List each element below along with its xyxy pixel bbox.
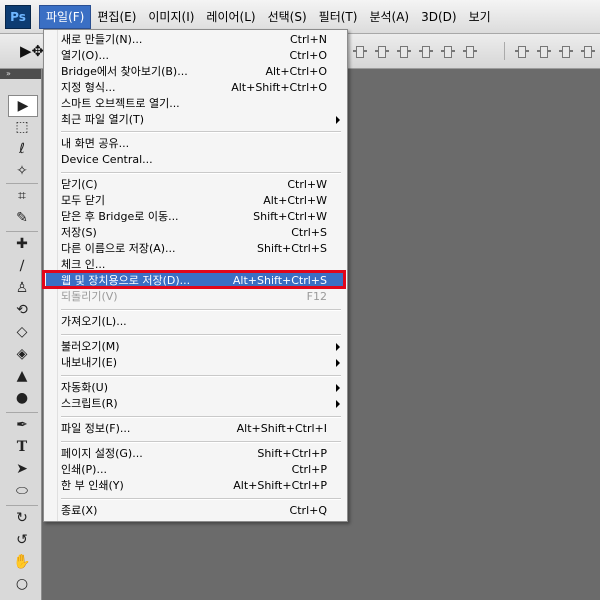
menu-item-import[interactable]: 불러오기(M) (46, 339, 345, 355)
menu-item-print[interactable]: 인쇄(P)... Ctrl+P (46, 462, 345, 478)
menu-separator (61, 172, 341, 174)
menu-item-exit[interactable]: 종료(X) Ctrl+Q (46, 503, 345, 519)
menu-image[interactable]: 이미지(I) (142, 6, 200, 28)
align-middle-icon[interactable] (374, 44, 390, 58)
menu-item-save-as[interactable]: 다른 이름으로 저장(A)... Shift+Ctrl+S (46, 241, 345, 257)
3d-orbit-tool-icon[interactable]: ↺ (8, 530, 36, 550)
menu-item-file-info[interactable]: 파일 정보(F)... Alt+Shift+Ctrl+I (46, 421, 345, 437)
menu-item-new[interactable]: 새로 만들기(N)... Ctrl+N (46, 32, 345, 48)
3d-rotate-tool-icon[interactable]: ↻ (8, 508, 36, 528)
distribute-buttons (514, 44, 596, 58)
align-bottom-icon[interactable] (396, 44, 412, 58)
align-left-icon[interactable] (418, 44, 434, 58)
align-right-icon[interactable] (462, 44, 478, 58)
menu-layer[interactable]: 레이어(L) (200, 6, 261, 28)
eyedropper-tool-icon[interactable]: ✎ (8, 208, 36, 228)
menu-item-open-as-smart-object[interactable]: 스마트 오브젝트로 열기... (46, 96, 345, 112)
shape-tool-icon[interactable]: ⬭ (8, 481, 36, 501)
tools-separator (6, 412, 38, 413)
crop-tool-icon[interactable]: ⌗ (8, 186, 36, 206)
distribute-left-icon[interactable] (580, 44, 596, 58)
menu-item-save-for-web-and-devices[interactable]: 웹 및 장치용으로 저장(D)... Alt+Shift+Ctrl+S (46, 273, 345, 289)
menu-analysis[interactable]: 분석(A) (363, 6, 415, 28)
history-brush-tool-icon[interactable]: ⟲ (8, 300, 36, 320)
menu-item-browse-in-bridge[interactable]: Bridge에서 찾아보기(B)... Alt+Ctrl+O (46, 64, 345, 80)
healing-brush-tool-icon[interactable]: ✚ (8, 234, 36, 254)
options-separator (504, 42, 505, 60)
menu-item-print-one-copy[interactable]: 한 부 인쇄(Y) Alt+Shift+Ctrl+P (46, 478, 345, 494)
menu-separator (61, 131, 341, 133)
submenu-arrow-icon (336, 384, 340, 392)
menu-separator (61, 334, 341, 336)
submenu-arrow-icon (336, 400, 340, 408)
menu-file[interactable]: 파일(F) (39, 4, 92, 29)
align-center-icon[interactable] (440, 44, 456, 58)
tools-panel: » ▶ ⬚ ℓ ✧ ⌗ ✎ ✚ ∕ ♙ ⟲ ◇ ◈ ▲ ● ✒ T ➤ ⬭ ↻ … (0, 69, 42, 600)
marquee-tool-icon[interactable]: ⬚ (8, 117, 36, 137)
menu-separator (61, 498, 341, 500)
menu-item-open-as[interactable]: 지정 형식... Alt+Shift+Ctrl+O (46, 80, 345, 96)
hand-tool-icon[interactable]: ✋ (8, 552, 36, 572)
align-top-icon[interactable] (352, 44, 368, 58)
align-buttons (352, 44, 478, 58)
menu-view[interactable]: 보기 (463, 6, 497, 28)
menu-separator (61, 416, 341, 418)
paint-bucket-tool-icon[interactable]: ◈ (8, 344, 36, 364)
menu-item-close[interactable]: 닫기(C) Ctrl+W (46, 177, 345, 193)
menu-item-save[interactable]: 저장(S) Ctrl+S (46, 225, 345, 241)
menu-item-place[interactable]: 가져오기(L)... (46, 314, 345, 330)
menu-filter[interactable]: 필터(T) (313, 6, 364, 28)
tools-separator (6, 183, 38, 184)
menu-separator (61, 441, 341, 443)
menu-item-export[interactable]: 내보내기(E) (46, 355, 345, 371)
tools-separator (6, 231, 38, 232)
menu-item-scripts[interactable]: 스크립트(R) (46, 396, 345, 412)
path-selection-tool-icon[interactable]: ➤ (8, 459, 36, 479)
menu-item-share-my-screen[interactable]: 내 화면 공유... (46, 136, 345, 152)
menu-item-check-in[interactable]: 체크 인... (46, 257, 345, 273)
magic-wand-tool-icon[interactable]: ✧ (8, 161, 36, 181)
menu-item-page-setup[interactable]: 페이지 설정(G)... Shift+Ctrl+P (46, 446, 345, 462)
blur-tool-icon[interactable]: ▲ (8, 366, 36, 386)
submenu-arrow-icon (336, 343, 340, 351)
lasso-tool-icon[interactable]: ℓ (8, 139, 36, 159)
eraser-tool-icon[interactable]: ◇ (8, 322, 36, 342)
distribute-bottom-icon[interactable] (558, 44, 574, 58)
submenu-arrow-icon (336, 116, 340, 124)
distribute-top-icon[interactable] (514, 44, 530, 58)
clone-stamp-tool-icon[interactable]: ♙ (8, 278, 36, 298)
file-menu-dropdown: 새로 만들기(N)... Ctrl+N 열기(O)... Ctrl+O Brid… (43, 29, 348, 522)
move-tool-icon[interactable]: ▶ (8, 95, 38, 117)
pen-tool-icon[interactable]: ✒ (8, 415, 36, 435)
move-tool-preset-icon[interactable]: ▶✥ (20, 42, 44, 60)
menu-select[interactable]: 선택(S) (262, 6, 313, 28)
menu-separator (61, 375, 341, 377)
zoom-tool-icon[interactable]: ○ (8, 574, 36, 594)
submenu-arrow-icon (336, 359, 340, 367)
menu-item-device-central[interactable]: Device Central... (46, 152, 345, 168)
menu-separator (61, 309, 341, 311)
type-tool-icon[interactable]: T (8, 437, 36, 457)
menu-item-automate[interactable]: 자동화(U) (46, 380, 345, 396)
photoshop-logo: Ps (5, 4, 31, 29)
tools-separator (6, 505, 38, 506)
brush-tool-icon[interactable]: ∕ (8, 256, 36, 276)
dodge-tool-icon[interactable]: ● (8, 388, 36, 408)
tools-panel-collapse-icon[interactable]: » (0, 69, 41, 79)
menu-item-revert: 되돌리기(V) F12 (61, 290, 327, 303)
menu-item-close-and-go-to-bridge[interactable]: 닫은 후 Bridge로 이동... Shift+Ctrl+W (46, 209, 345, 225)
menu-item-open[interactable]: 열기(O)... Ctrl+O (46, 48, 345, 64)
menu-item-open-recent[interactable]: 최근 파일 열기(T) (46, 112, 345, 128)
distribute-middle-icon[interactable] (536, 44, 552, 58)
menu-item-close-all[interactable]: 모두 닫기 Alt+Ctrl+W (46, 193, 345, 209)
menu-edit[interactable]: 편집(E) (91, 6, 142, 28)
menu-3d[interactable]: 3D(D) (415, 6, 462, 28)
